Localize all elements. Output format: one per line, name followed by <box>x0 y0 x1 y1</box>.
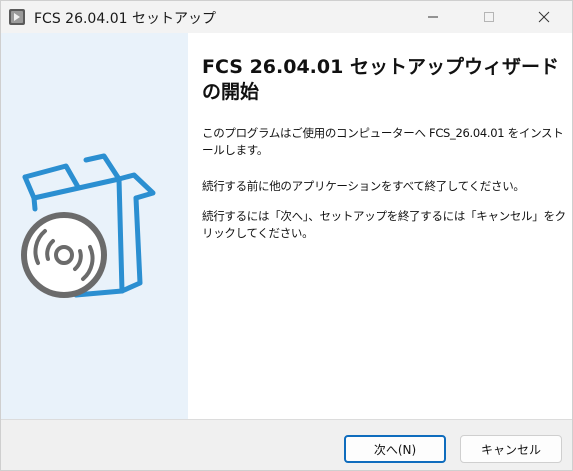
page-title: FCS 26.04.01 セットアップウィザードの開始 <box>202 56 559 103</box>
close-apps-text: 続行する前に他のアプリケーションをすべて終了してください。 <box>202 179 525 193</box>
maximize-button[interactable] <box>466 1 512 33</box>
next-button[interactable]: 次へ(N) <box>344 435 446 463</box>
setup-wizard-window: FCS 26.04.01 セットアップ FCS 26.04.01 セットアップウ… <box>0 0 573 471</box>
minimize-icon <box>428 16 438 18</box>
close-icon <box>538 11 550 23</box>
minimize-button[interactable] <box>410 1 456 33</box>
title-bar[interactable]: FCS 26.04.01 セットアップ <box>1 1 572 33</box>
maximize-icon <box>484 12 494 22</box>
installer-app-icon <box>9 9 25 25</box>
software-box-with-disc-icon <box>21 153 156 298</box>
wizard-content: FCS 26.04.01 セットアップウィザードの開始 このプログラムはご使用の… <box>188 33 572 419</box>
instructions-text: 続行するには「次へ」、セットアップを終了するには「キャンセル」をクリックしてくだ… <box>202 209 566 240</box>
button-bar: 次へ(N) キャンセル <box>1 419 572 470</box>
cancel-button[interactable]: キャンセル <box>460 435 562 463</box>
install-description-text: このプログラムはご使用のコンピューターへ FCS_26.04.01 をインストー… <box>202 126 564 157</box>
wizard-banner <box>1 33 188 419</box>
close-button[interactable] <box>521 1 567 33</box>
window-title: FCS 26.04.01 セットアップ <box>34 11 216 27</box>
